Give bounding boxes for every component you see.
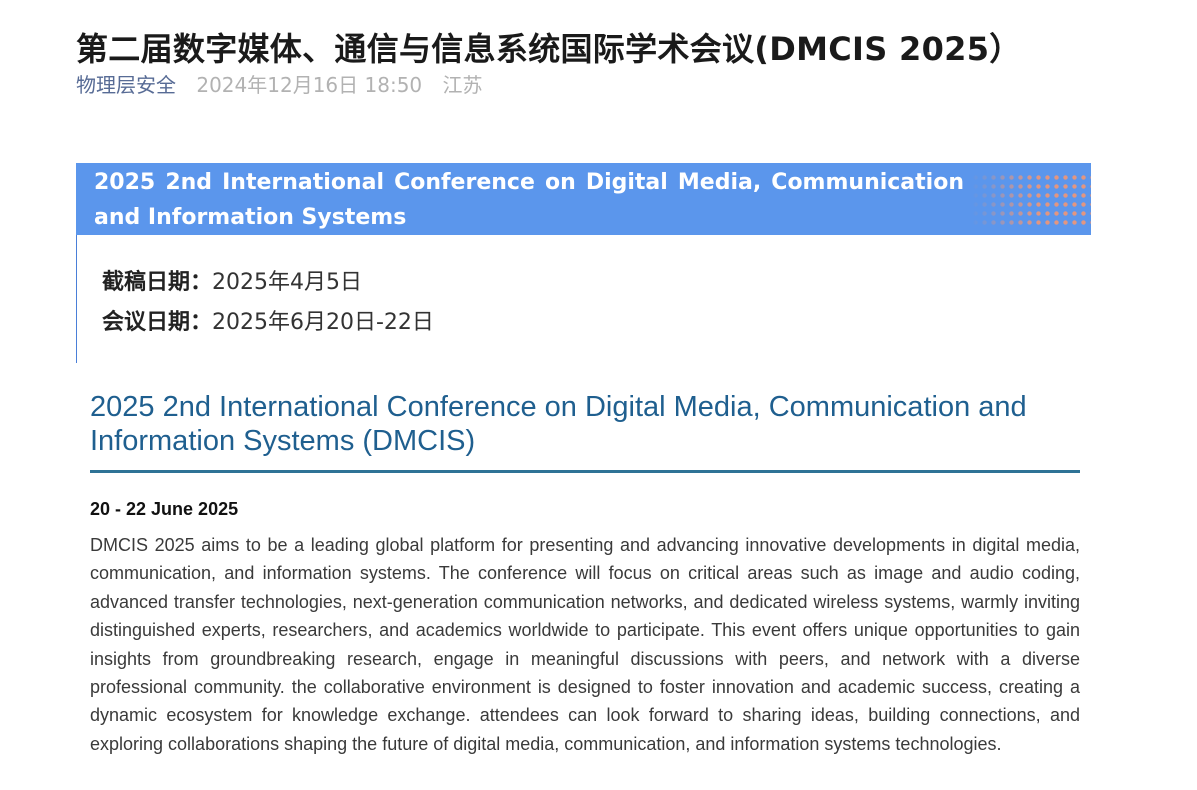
article-meta: 物理层安全 2024年12月16日 18:50 江苏	[76, 71, 497, 99]
publish-location: 江苏	[442, 73, 483, 97]
article-title: 第二届数字媒体、通信与信息系统国际学术会议(DMCIS 2025）	[76, 30, 1022, 69]
conference-date-row: 会议日期：2025年6月20日-22日	[102, 303, 434, 343]
conference-banner: 2025 2nd International Conference on Dig…	[76, 163, 1091, 235]
deadline-value: 2025年4月5日	[212, 270, 362, 295]
dot-pattern-decoration	[971, 173, 1091, 225]
key-dates: 截稿日期：2025年4月5日 会议日期：2025年6月20日-22日	[102, 263, 434, 343]
publish-time: 2024年12月16日 18:50	[196, 73, 423, 97]
deadline-label: 截稿日期：	[102, 270, 213, 295]
conference-info-card: 2025 2nd International Conference on Dig…	[76, 163, 1091, 363]
poster-title: 2025 2nd International Conference on Dig…	[90, 391, 1027, 457]
poster-divider	[90, 470, 1080, 473]
conference-date-value: 2025年6月20日-22日	[212, 310, 434, 335]
account-name-link[interactable]: 物理层安全	[76, 73, 176, 97]
banner-title: 2025 2nd International Conference on Dig…	[94, 170, 964, 230]
poster-description: DMCIS 2025 aims to be a leading global p…	[90, 535, 1080, 754]
conference-date-label: 会议日期：	[102, 310, 213, 335]
conference-poster-image: 2025 2nd International Conference on Dig…	[76, 370, 1091, 790]
poster-dates: 20 - 22 June 2025	[90, 499, 239, 519]
deadline-row: 截稿日期：2025年4月5日	[102, 263, 434, 303]
